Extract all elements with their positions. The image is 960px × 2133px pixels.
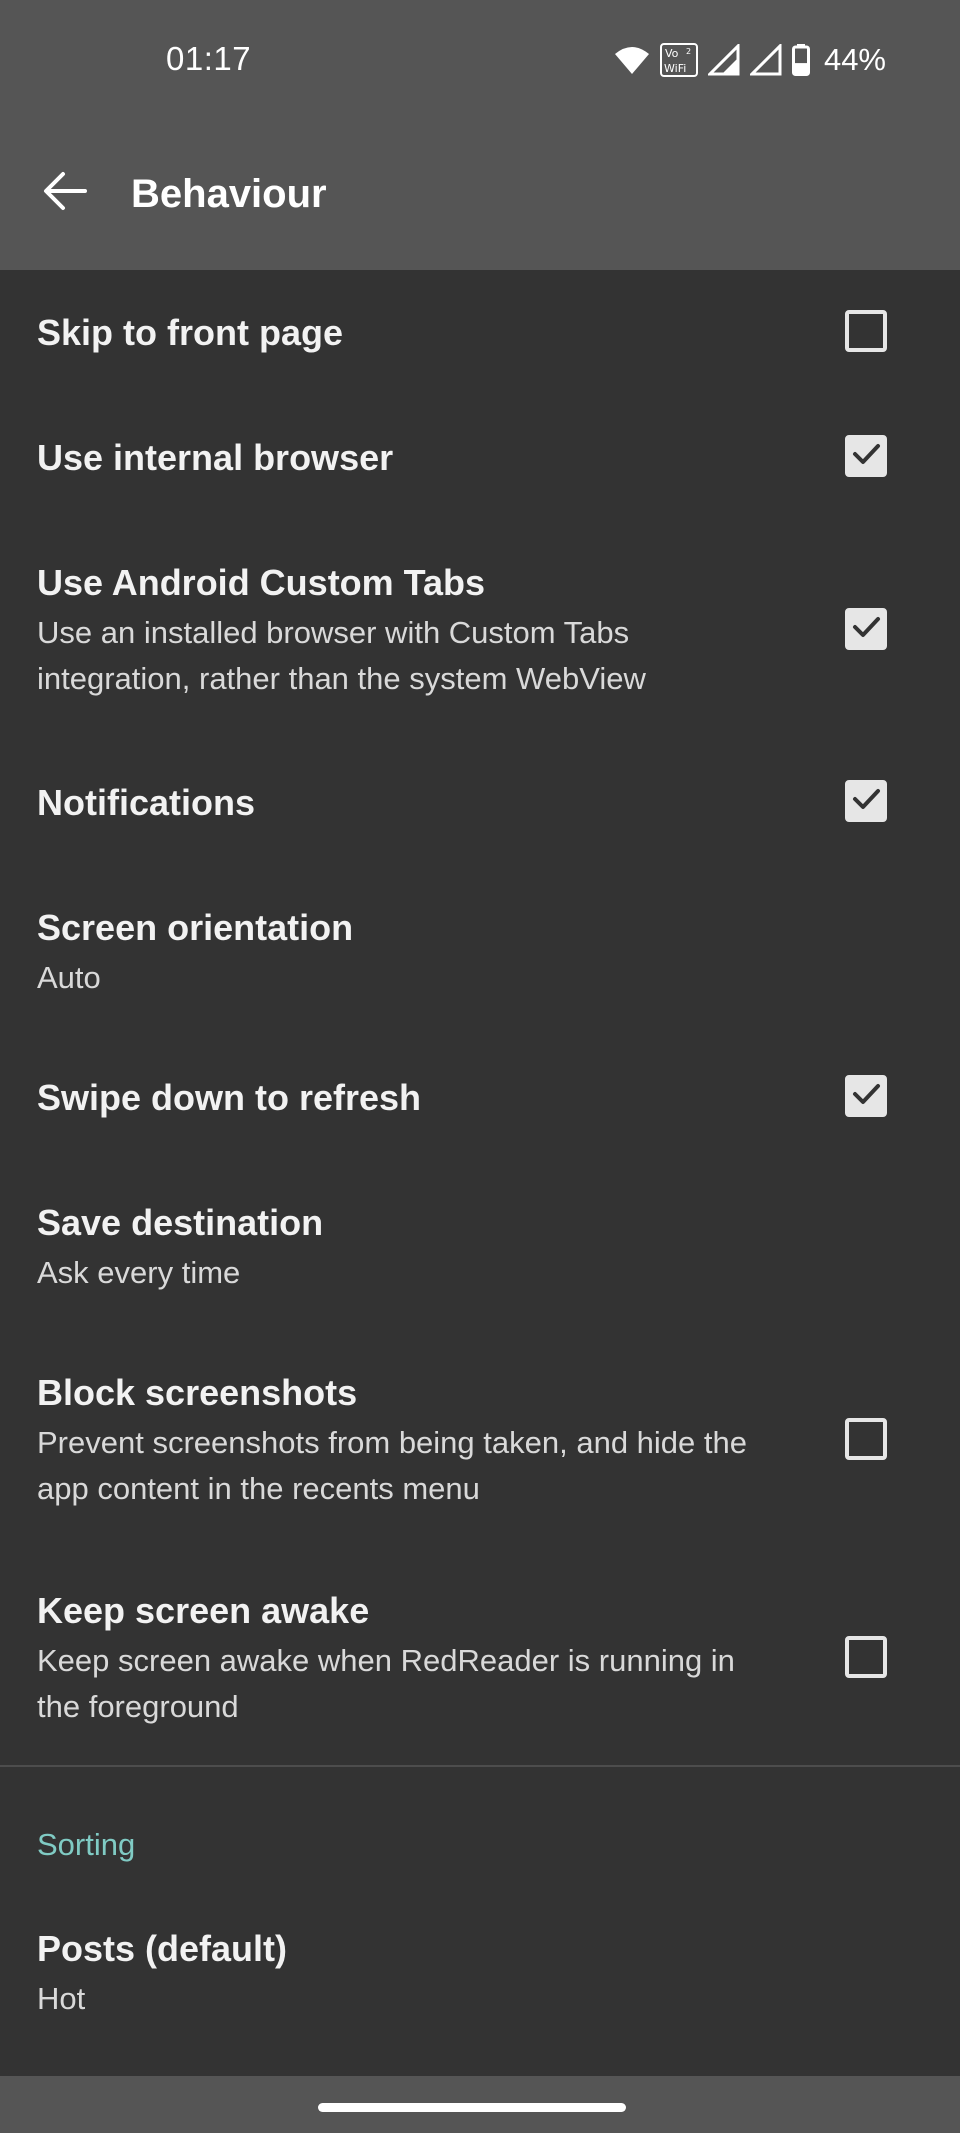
- pref-summary: Hot: [37, 1981, 86, 2016]
- page-title: Behaviour: [131, 172, 327, 216]
- wifi-icon: [614, 45, 650, 75]
- vowifi-icon: Vo 2 WiFi: [659, 43, 698, 77]
- pref-title: Posts (default): [37, 1928, 288, 1969]
- pref-title: Use internal browser: [37, 437, 394, 478]
- status-bar: 01:17 Vo 2 WiFi 44%: [0, 0, 960, 120]
- pref-summary: Use an installed browser with Custom Tab…: [37, 615, 646, 696]
- checkmark-icon: [851, 612, 881, 647]
- pref-internal-browser[interactable]: Use internal browser: [0, 395, 960, 520]
- pref-title: Keep screen awake: [37, 1590, 370, 1631]
- pref-title: Use Android Custom Tabs: [37, 562, 486, 603]
- home-gesture-handle[interactable]: [318, 2103, 626, 2112]
- pref-title: Save destination: [37, 1202, 324, 1243]
- pref-summary: Auto: [37, 960, 101, 995]
- divider: [0, 1765, 960, 1767]
- signal-icon: [707, 44, 740, 76]
- pref-skip-front-page[interactable]: Skip to front page: [0, 270, 960, 395]
- back-button[interactable]: [22, 150, 108, 236]
- app-bar: Behaviour: [0, 120, 960, 270]
- pref-swipe-refresh[interactable]: Swipe down to refresh: [0, 1035, 960, 1160]
- pref-summary: Ask every time: [37, 1255, 241, 1290]
- battery-percent: 44%: [823, 42, 886, 77]
- pref-screen-orientation[interactable]: Screen orientation Auto: [0, 865, 960, 1035]
- pref-title: Notifications: [37, 782, 256, 823]
- pref-summary: Prevent screenshots from being taken, an…: [37, 1425, 747, 1506]
- swipe-refresh-checkbox[interactable]: [845, 1075, 887, 1117]
- pref-title: Swipe down to refresh: [37, 1077, 422, 1118]
- pref-keep-awake[interactable]: Keep screen awake Keep screen awake when…: [0, 1548, 960, 1765]
- checkmark-icon: [851, 1079, 881, 1114]
- status-time: 01:17: [166, 40, 252, 77]
- pref-notifications[interactable]: Notifications: [0, 740, 960, 865]
- vowifi-top-text: Vo: [665, 47, 679, 60]
- pref-posts-default[interactable]: Posts (default) Hot: [0, 1890, 960, 2060]
- skip-front-page-checkbox[interactable]: [845, 310, 887, 352]
- pref-title: Skip to front page: [37, 312, 343, 353]
- vowifi-bottom-text: WiFi: [664, 62, 686, 75]
- custom-tabs-checkbox[interactable]: [845, 608, 887, 650]
- signal-icon: [749, 44, 782, 76]
- pref-save-destination[interactable]: Save destination Ask every time: [0, 1160, 960, 1330]
- pref-custom-tabs[interactable]: Use Android Custom Tabs Use an installed…: [0, 520, 960, 740]
- pref-summary: Keep screen awake when RedReader is runn…: [37, 1643, 735, 1724]
- pref-title: Screen orientation: [37, 907, 354, 948]
- notifications-checkbox[interactable]: [845, 780, 887, 822]
- sim-slot-text: 2: [686, 47, 691, 56]
- internal-browser-checkbox[interactable]: [845, 435, 887, 477]
- pref-block-screenshots[interactable]: Block screenshots Prevent screenshots fr…: [0, 1330, 960, 1548]
- pref-title: Block screenshots: [37, 1372, 358, 1413]
- keep-awake-checkbox[interactable]: [845, 1636, 887, 1678]
- category-sorting: Sorting: [37, 1827, 136, 1862]
- status-icons: Vo 2 WiFi 44%: [614, 40, 886, 80]
- arrow-back-icon: [43, 171, 87, 216]
- checkmark-icon: [851, 439, 881, 474]
- checkmark-icon: [851, 784, 881, 819]
- block-screenshots-checkbox[interactable]: [845, 1418, 887, 1460]
- navigation-bar: [0, 2076, 960, 2133]
- battery-icon: [791, 44, 810, 76]
